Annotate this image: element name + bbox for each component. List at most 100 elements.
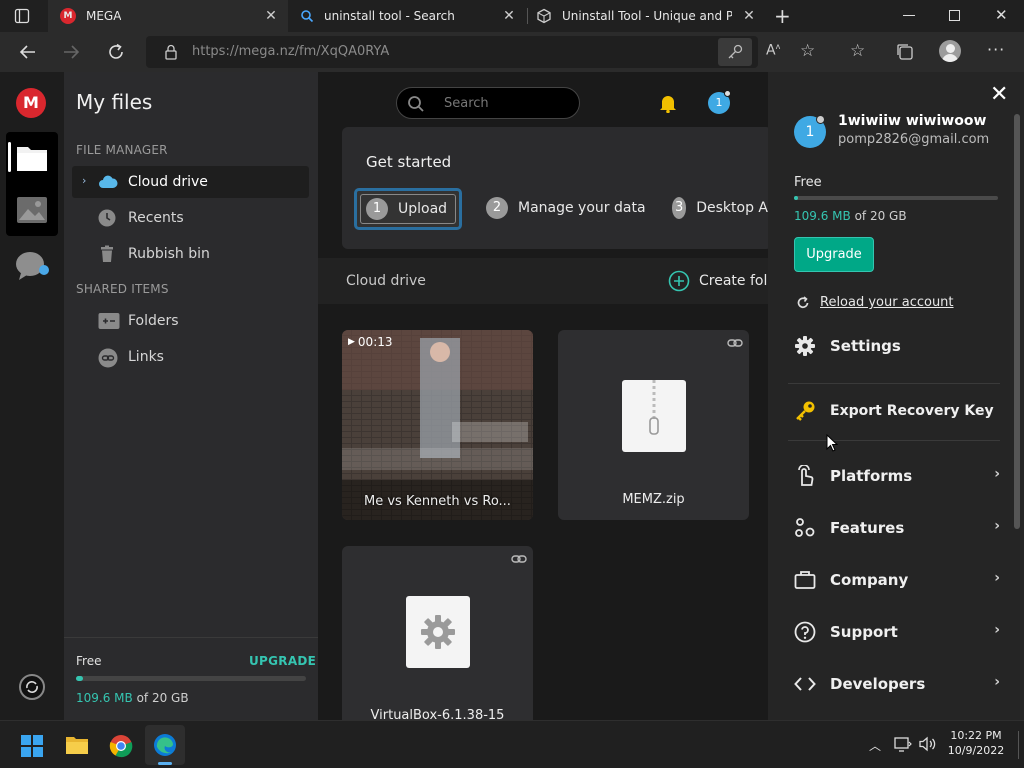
windows-taskbar: ︿ 10:22 PM 10/9/2022: [0, 720, 1024, 768]
chrome-icon[interactable]: [109, 734, 133, 758]
menu-item-company[interactable]: Company ›: [788, 560, 1004, 600]
file-manager-main: Search 1 Get started 1 Upload 2 Manage y…: [318, 72, 772, 720]
file-explorer-icon[interactable]: [65, 734, 89, 756]
bell-icon[interactable]: [658, 93, 678, 113]
get-started-title: Get started: [366, 153, 452, 171]
storage-used: 109.6 MB: [76, 691, 133, 705]
breadcrumb-bar: Cloud drive Create fold: [318, 258, 768, 304]
password-key-icon[interactable]: [718, 38, 752, 66]
chevron-right-icon: ›: [994, 518, 1000, 534]
storage-used: 109.6 MB: [794, 209, 851, 223]
panel-scrollbar[interactable]: [1014, 114, 1020, 529]
chat-icon[interactable]: [15, 250, 51, 282]
tab-uninstall-tool[interactable]: Uninstall Tool - Unique and Powe ✕: [528, 0, 766, 32]
close-tab-icon[interactable]: ✕: [264, 9, 278, 23]
address-bar[interactable]: https://mega.nz/fm/XqQA0RYA: [146, 36, 758, 68]
close-tab-icon[interactable]: ✕: [502, 9, 516, 23]
more-options-icon[interactable]: ···: [987, 40, 1005, 59]
notification-count: 1: [715, 96, 723, 109]
link-icon: [511, 553, 527, 565]
windows-start-icon[interactable]: [21, 735, 43, 757]
step-desktop-app-button[interactable]: 3 Desktop A: [672, 190, 768, 226]
favorites-icon[interactable]: ☆: [850, 41, 865, 61]
tab-search[interactable]: uninstall tool - Search ✕: [290, 0, 526, 32]
file-card-video[interactable]: ▶ 00:13 Me vs Kenneth vs Ro...: [342, 330, 533, 520]
file-card-memz-zip[interactable]: MEMZ.zip: [558, 330, 749, 520]
collections-icon[interactable]: [895, 42, 915, 62]
sidebar-item-links[interactable]: Links: [72, 341, 309, 373]
sidebar-item-rubbish-bin[interactable]: Rubbish bin: [72, 238, 309, 270]
tab-title: uninstall tool - Search: [324, 9, 455, 23]
menu-item-support[interactable]: Support ›: [788, 612, 1004, 652]
photos-icon[interactable]: [16, 196, 48, 224]
clock-icon: [98, 209, 116, 227]
menu-item-platforms[interactable]: Platforms ›: [788, 456, 1004, 496]
menu-item-developers[interactable]: Developers ›: [788, 664, 1004, 704]
sidebar-item-cloud-drive[interactable]: › Cloud drive: [72, 166, 309, 198]
menu-item-features[interactable]: Features ›: [788, 508, 1004, 548]
reload-icon: [796, 295, 810, 310]
menu-item-settings[interactable]: Settings: [788, 326, 1004, 366]
minimize-icon[interactable]: [903, 15, 915, 16]
link-icon: [727, 337, 743, 349]
mega-left-rail: M: [0, 72, 64, 720]
forward-icon[interactable]: [61, 42, 81, 62]
breadcrumb[interactable]: Cloud drive: [346, 273, 426, 289]
upgrade-button[interactable]: Upgrade: [794, 237, 874, 272]
lock-icon[interactable]: [164, 44, 178, 60]
sidebar-item-recents[interactable]: Recents: [72, 202, 309, 234]
network-icon[interactable]: [894, 736, 912, 752]
folder-icon[interactable]: [16, 144, 48, 172]
create-folder-button[interactable]: Create fold: [668, 269, 768, 293]
sidebar-item-folders[interactable]: Folders: [72, 305, 309, 337]
refresh-icon[interactable]: [106, 42, 126, 62]
close-tab-icon[interactable]: ✕: [742, 9, 756, 23]
mega-logo-icon[interactable]: M: [16, 88, 46, 118]
video-duration: 00:13: [357, 335, 393, 349]
cloud-icon: [98, 173, 118, 191]
plan-label: Free: [794, 175, 822, 190]
avatar: 1: [794, 115, 826, 148]
chevron-right-icon[interactable]: ›: [82, 174, 86, 187]
account-panel: ✕ 1 1wiwiiw wiwiwoow pomp2826@gmail.com …: [768, 72, 1024, 720]
help-icon: [794, 621, 816, 643]
upgrade-link[interactable]: UPGRADE: [249, 654, 316, 668]
add-favorite-icon[interactable]: ☆: [800, 41, 815, 61]
search-placeholder: Search: [444, 96, 489, 111]
edge-icon: [153, 733, 177, 757]
profile-avatar-icon[interactable]: [939, 40, 961, 62]
tab-mega[interactable]: M MEGA ✕: [48, 0, 288, 32]
plan-label: Free: [76, 654, 102, 668]
step-label: Manage your data: [518, 200, 646, 216]
step-manage-data-button[interactable]: 2 Manage your data: [486, 190, 646, 226]
system-clock[interactable]: 10:22 PM 10/9/2022: [946, 728, 1006, 758]
shared-folder-icon: [98, 312, 120, 330]
clock-date: 10/9/2022: [947, 744, 1005, 757]
read-aloud-icon[interactable]: Aʌ: [766, 42, 780, 59]
sync-status-icon[interactable]: [19, 674, 45, 700]
close-window-icon[interactable]: ✕: [995, 6, 1008, 24]
new-tab-icon[interactable]: +: [774, 6, 791, 26]
file-card-virtualbox[interactable]: VirtualBox-6.1.38-15: [342, 546, 533, 720]
reload-account-link[interactable]: Reload your account: [796, 295, 954, 310]
tab-actions-icon[interactable]: [14, 8, 30, 24]
avatar[interactable]: 1: [708, 90, 731, 114]
storage-total: of 20 GB: [136, 691, 189, 705]
tab-title: MEGA: [86, 9, 122, 23]
video-thumbnail: [342, 330, 533, 520]
briefcase-icon: [794, 569, 816, 591]
code-icon: [794, 673, 816, 695]
section-header: FILE MANAGER: [76, 143, 168, 157]
volume-icon[interactable]: [919, 736, 937, 752]
chevron-right-icon: ›: [994, 570, 1000, 586]
menu-item-label: Export Recovery Key: [830, 403, 994, 419]
search-input[interactable]: Search: [396, 87, 580, 119]
mouse-cursor-icon: [826, 434, 838, 452]
step-upload-button[interactable]: 1 Upload: [354, 188, 462, 230]
menu-item-export-recovery-key[interactable]: Export Recovery Key: [788, 391, 1004, 431]
restore-icon[interactable]: [949, 10, 960, 21]
chevron-up-icon[interactable]: ︿: [869, 737, 881, 754]
close-icon[interactable]: ✕: [990, 84, 1008, 106]
edge-taskbar-button[interactable]: [145, 725, 185, 765]
back-icon[interactable]: [18, 42, 38, 62]
